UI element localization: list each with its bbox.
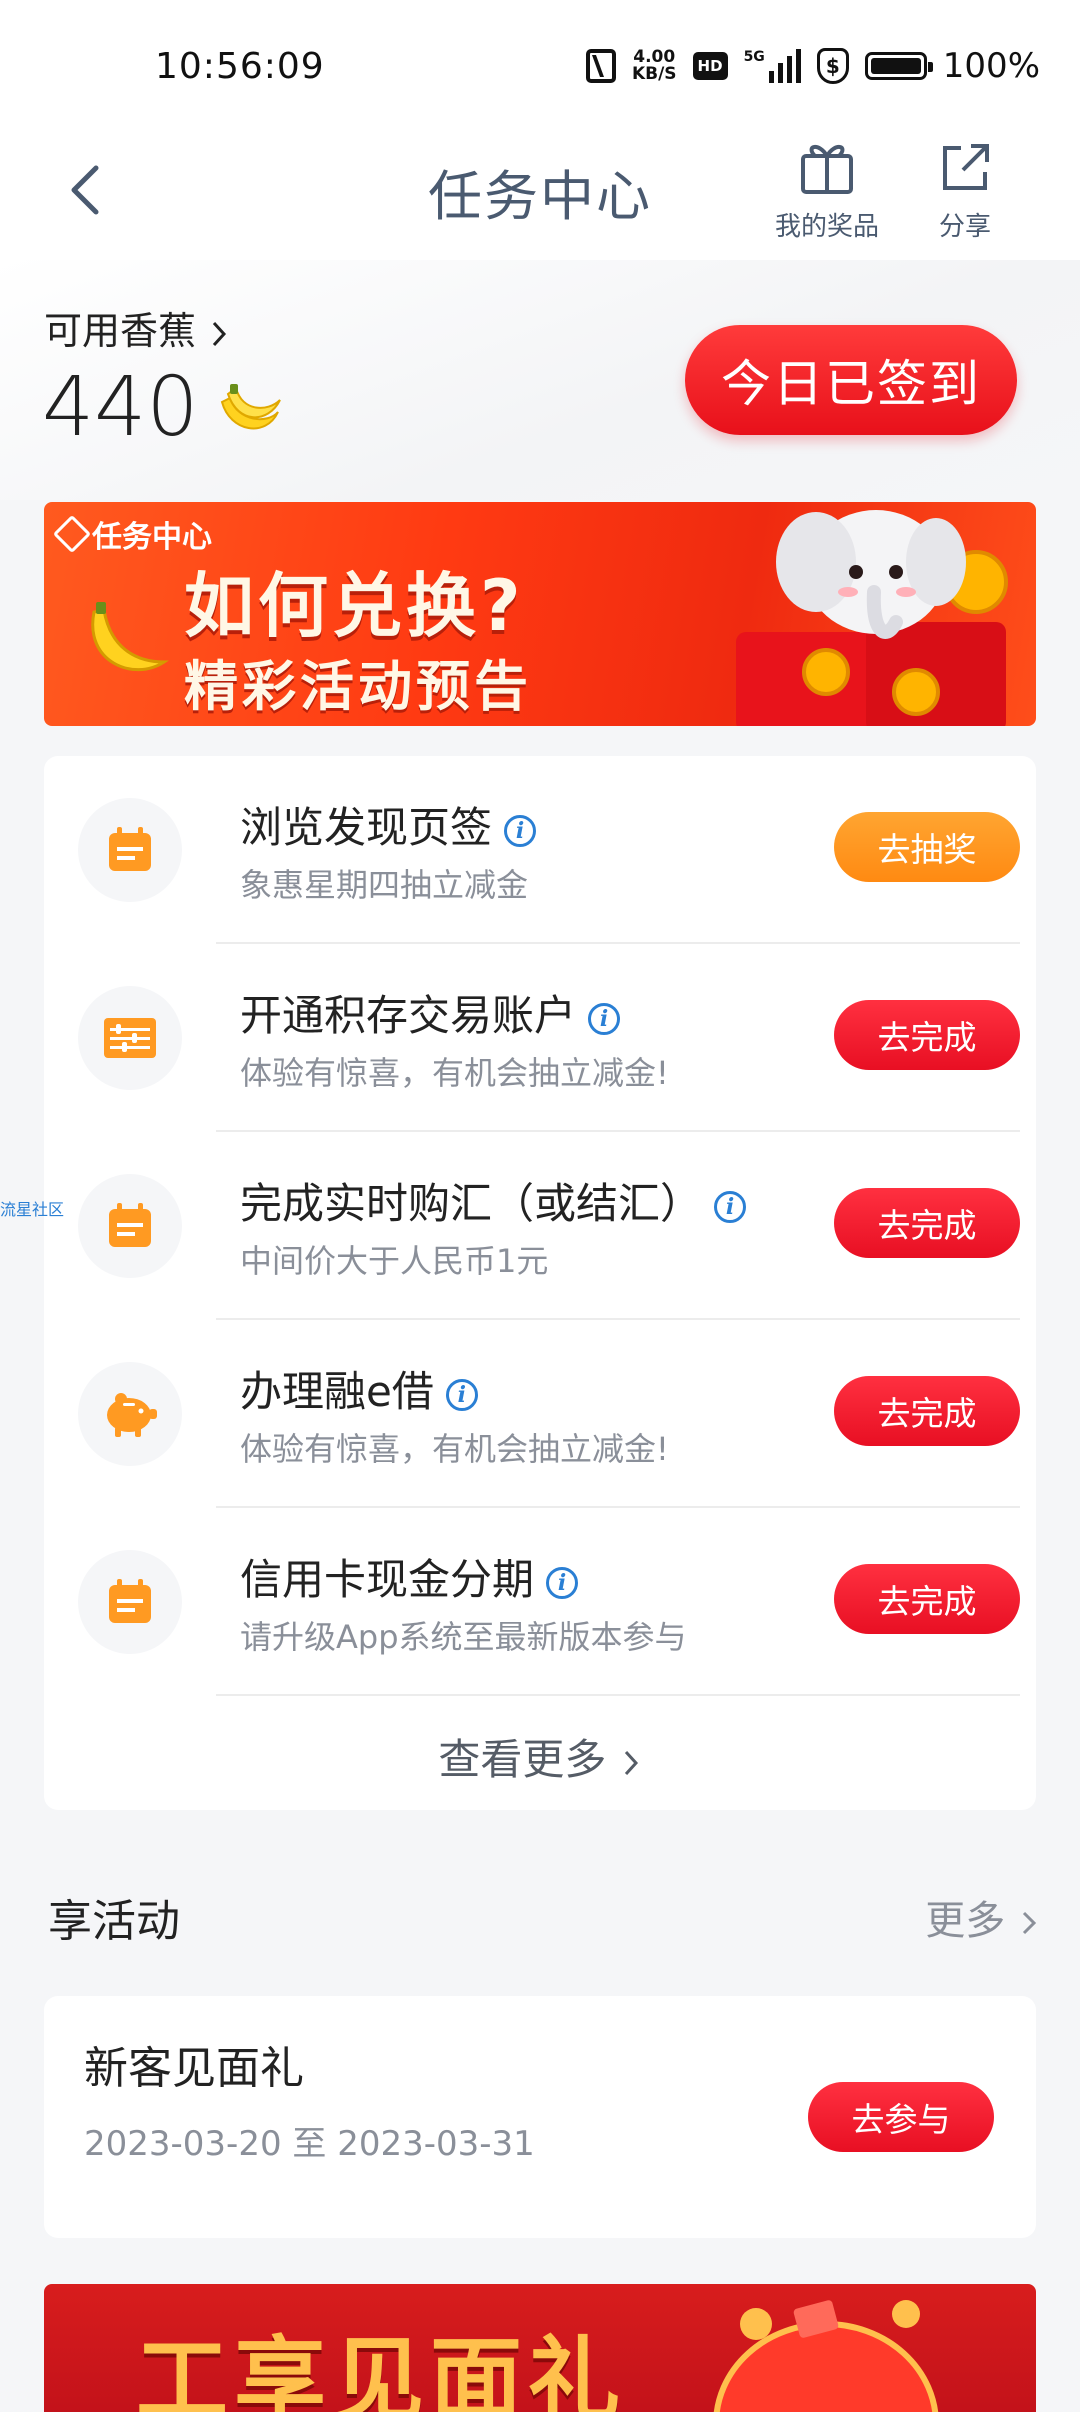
go-draw-button[interactable]: 去抽奖 — [834, 812, 1020, 882]
battery-icon — [864, 52, 933, 80]
share-label: 分享 — [938, 212, 991, 242]
hd-icon: HD — [692, 52, 728, 80]
how-to-redeem-banner[interactable]: 任务中心 如何兑换? 精彩活动预告 — [44, 502, 1036, 726]
banner-title: 如何兑换? — [184, 565, 525, 647]
task-item: 信用卡现金分期 i 请升级App系统至最新版本参与 去完成 — [44, 1508, 1036, 1696]
gift-icon — [801, 145, 853, 194]
status-icons: 4.00 KB/S HD 5G $ 100% — [585, 44, 1040, 88]
task-title: 完成实时购汇（或结汇） i — [240, 1170, 747, 1231]
task-title-text: 信用卡现金分期 — [240, 1555, 535, 1604]
task-subtitle: 体验有惊喜，有机会抽立减金! — [240, 1054, 669, 1092]
network-label: 5G — [743, 49, 765, 65]
task-title: 开通积存交易账户 i — [240, 982, 621, 1043]
net-speed-unit: KB/S — [631, 64, 677, 84]
info-icon[interactable]: i — [546, 1566, 579, 1599]
activities-more-link[interactable]: 更多 — [925, 1888, 1040, 1946]
nfc-icon — [585, 49, 616, 83]
status-time: 10:56:09 — [155, 46, 325, 87]
task-icon-bg — [78, 986, 182, 1090]
task-item: 办理融e借 i 体验有惊喜，有机会抽立减金! 去完成 — [44, 1320, 1036, 1508]
side-floating-label[interactable]: 流星社区 — [0, 1196, 64, 1220]
activity-card[interactable]: 新客见面礼 2023-03-20 至 2023-03-31 去参与 — [44, 1996, 1036, 2238]
more-label: 更多 — [925, 1898, 1006, 1944]
task-item: 浏览发现页签 i 象惠星期四抽立减金 去抽奖 — [44, 756, 1036, 944]
info-icon[interactable]: i — [588, 1002, 621, 1035]
task-icon-bg — [78, 1550, 182, 1654]
task-title: 办理融e借 i — [240, 1358, 478, 1419]
chevron-right-icon — [212, 321, 227, 346]
task-title: 信用卡现金分期 i — [240, 1546, 579, 1607]
task-title-text: 完成实时购汇（或结汇） — [240, 1179, 703, 1228]
task-subtitle: 中间价大于人民币1元 — [240, 1242, 549, 1280]
balance-link[interactable]: 可用香蕉 — [44, 300, 230, 355]
calendar-icon — [109, 1203, 151, 1247]
task-icon-bg — [78, 1362, 182, 1466]
see-more-label: 查看更多 — [438, 1735, 607, 1784]
balance-value: 440 — [42, 360, 199, 455]
balance-label: 可用香蕉 — [44, 309, 197, 353]
task-subtitle: 象惠星期四抽立减金 — [240, 866, 529, 904]
task-title: 浏览发现页签 i — [240, 794, 537, 855]
info-icon[interactable]: i — [445, 1378, 478, 1411]
go-complete-button[interactable]: 去完成 — [834, 1376, 1020, 1446]
promo-banner[interactable]: 工享见面礼 — [44, 2284, 1036, 2412]
section-title: 享活动 — [48, 1896, 180, 1947]
status-bar: 10:56:09 4.00 KB/S HD 5G $ 100% — [0, 0, 1080, 120]
elephant-mascot-icon — [736, 510, 1008, 726]
task-icon-bg — [78, 798, 182, 902]
abacus-icon — [104, 1018, 156, 1058]
see-more-link[interactable]: 查看更多 — [44, 1726, 1036, 1787]
task-title-text: 办理融e借 — [240, 1367, 434, 1416]
task-title-text: 浏览发现页签 — [240, 803, 493, 852]
task-icon-bg — [78, 1174, 182, 1278]
share-button[interactable]: 分享 — [930, 140, 1000, 243]
info-icon[interactable]: i — [504, 814, 537, 847]
go-complete-button[interactable]: 去完成 — [834, 1564, 1020, 1634]
task-subtitle: 体验有惊喜，有机会抽立减金! — [240, 1430, 669, 1468]
task-item: 开通积存交易账户 i 体验有惊喜，有机会抽立减金! 去完成 — [44, 944, 1036, 1132]
chevron-right-icon — [1022, 1911, 1037, 1935]
checkin-button[interactable]: 今日已签到 — [685, 325, 1017, 435]
join-button[interactable]: 去参与 — [808, 2082, 994, 2152]
task-item: 完成实时购汇（或结汇） i 中间价大于人民币1元 去完成 — [44, 1132, 1036, 1320]
task-title-text: 开通积存交易账户 — [240, 991, 577, 1040]
task-list-card: 浏览发现页签 i 象惠星期四抽立减金 去抽奖 开通积存交易账户 i 体验有惊喜，有机… — [44, 756, 1036, 1810]
calendar-icon — [109, 827, 151, 871]
banana-icon — [220, 384, 281, 430]
chevron-right-icon — [624, 1750, 638, 1775]
share-icon — [943, 144, 989, 190]
my-prizes-button[interactable]: 我的奖品 — [772, 140, 882, 243]
piggy-bank-icon — [107, 1393, 157, 1437]
net-speed: 4.00 KB/S — [632, 49, 677, 83]
battery-text: 100% — [942, 46, 1040, 86]
page-title: 任务中心 — [428, 165, 652, 228]
shield-dollar-icon: $ — [816, 48, 849, 84]
banner-subtitle: 精彩活动预告 — [184, 655, 532, 718]
activity-title: 新客见面礼 — [84, 2043, 304, 2094]
signal-5g-icon: 5G — [744, 49, 801, 83]
task-subtitle: 请升级App系统至最新版本参与 — [240, 1618, 687, 1656]
info-icon[interactable]: i — [714, 1190, 747, 1223]
calendar-icon — [109, 1579, 151, 1623]
go-complete-button[interactable]: 去完成 — [834, 1000, 1020, 1070]
activity-date: 2023-03-20 至 2023-03-31 — [84, 2124, 535, 2164]
divider — [216, 1694, 1020, 1696]
go-complete-button[interactable]: 去完成 — [834, 1188, 1020, 1258]
lucky-bag-icon — [713, 2300, 939, 2412]
my-prizes-label: 我的奖品 — [774, 212, 879, 242]
banana-icon — [91, 602, 169, 672]
header: 任务中心 我的奖品 分享 — [0, 120, 1080, 260]
promo-title: 工享见面礼 — [136, 2327, 627, 2412]
banana-balance-panel: 可用香蕉 440 今日已签到 — [0, 260, 1080, 500]
